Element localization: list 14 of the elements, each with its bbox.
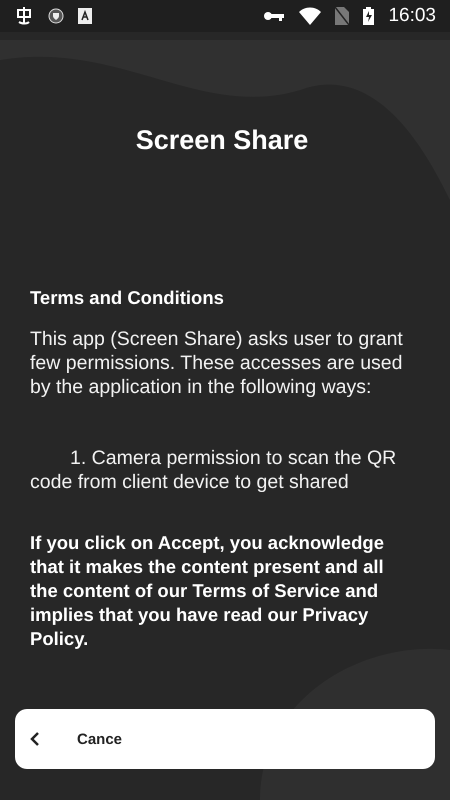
no-sim-icon	[335, 7, 350, 25]
back-chevron-icon[interactable]	[29, 731, 41, 747]
key-icon	[263, 10, 286, 22]
wifi-icon	[299, 7, 322, 25]
battery-charging-icon	[363, 7, 374, 25]
app-title: Screen Share	[134, 125, 310, 156]
shield-icon	[48, 8, 64, 24]
terms-notice: If you click on Accept, you acknowledge that it makes the content present and all the content of our Terms of Service and implies that you have read our Privacy Policy.	[30, 531, 385, 651]
cancel-button[interactable]: Cance	[77, 730, 122, 748]
terms-intro: This app (Screen Share) asks user to grant few permissions. These accesses are used by the application in the following ways:	[30, 327, 404, 399]
app-icon	[14, 6, 34, 26]
permission-item: 1. Camera permission to scan the QR code from client device to get shared	[30, 446, 398, 494]
terms-heading: Terms and Conditions	[30, 287, 225, 309]
clock-time: 16:03	[388, 5, 436, 27]
